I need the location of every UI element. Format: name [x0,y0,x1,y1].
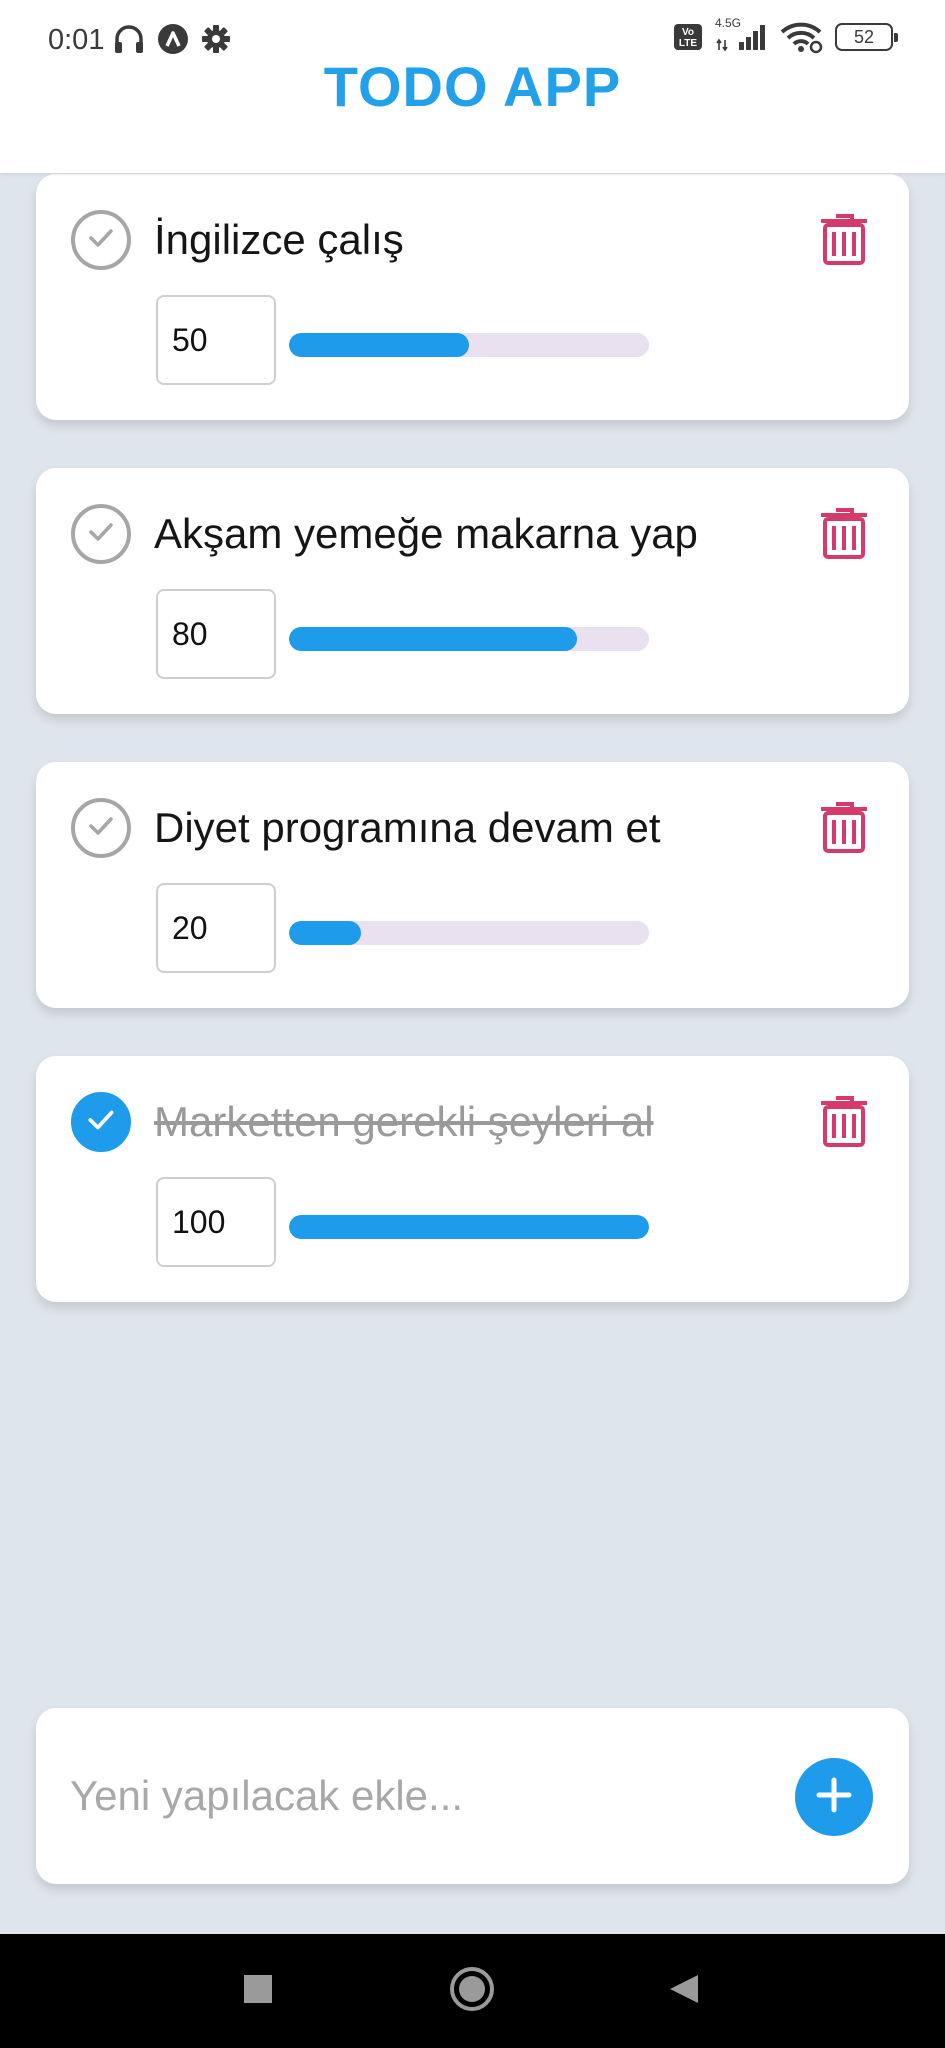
todo-card: Marketten gerekli şeyleri al 100 [36,1056,909,1302]
check-icon [86,811,116,846]
todo-title: İngilizce çalış [154,216,404,263]
svg-text:Vo: Vo [682,27,694,38]
trash-icon [818,504,870,565]
progress-bar [289,921,649,945]
wifi-icon [779,20,825,54]
progress-bar [289,1215,649,1239]
check-icon [86,517,116,552]
plus-icon [814,1775,854,1820]
progress-input[interactable]: 50 [156,295,276,385]
todo-title: Diyet programına devam et [154,804,661,851]
back-button[interactable] [654,1934,714,2048]
progress-fill [289,921,361,945]
trash-icon [818,798,870,859]
todo-card: İngilizce çalış 50 [36,174,909,420]
todo-card: Diyet programına devam et 20 [36,762,909,1008]
trash-icon [818,1092,870,1153]
progress-fill [289,627,577,651]
cellular-signal-icon: 4.5G [713,16,769,54]
recents-button[interactable] [228,1934,288,2048]
new-todo-input[interactable] [70,1748,770,1844]
progress-input[interactable]: 100 [156,1177,276,1267]
progress-input[interactable]: 20 [156,883,276,973]
delete-button[interactable] [816,798,872,858]
status-time: 0:01 [48,24,105,56]
add-button[interactable] [795,1758,873,1836]
home-circle-icon [449,1966,495,2017]
todo-card: Akşam yemeğe makarna yap 80 [36,468,909,714]
delete-button[interactable] [816,1092,872,1152]
app-header: 0:01 Vo LTE 4.5G 52 TODO APP [0,0,945,173]
complete-toggle-button[interactable] [71,210,131,270]
complete-toggle-button[interactable] [71,798,131,858]
add-todo-bar [36,1708,909,1884]
home-button[interactable] [442,1934,502,2048]
page-title: TODO APP [323,55,622,118]
trash-icon [818,210,870,271]
battery-icon: 52 [835,23,898,51]
progress-bar [289,627,649,651]
svg-text:LTE: LTE [679,38,697,49]
volte-icon: Vo LTE [673,22,703,52]
progress-fill [289,1215,649,1239]
todo-title: Marketten gerekli şeyleri al [154,1098,654,1145]
status-left-icons [112,22,232,56]
recents-square-icon [243,1974,273,2009]
delete-button[interactable] [816,504,872,564]
progress-bar [289,333,649,357]
network-label: 4.5G [715,16,742,30]
progress-fill [289,333,469,357]
gear-icon [200,23,232,55]
headphones-icon [112,22,146,56]
todo-title: Akşam yemeğe makarna yap [154,510,698,557]
progress-input[interactable]: 80 [156,589,276,679]
battery-level: 52 [853,26,875,47]
check-icon [85,1104,117,1141]
complete-toggle-button[interactable] [71,504,131,564]
check-icon [86,223,116,258]
complete-toggle-button[interactable] [71,1092,131,1152]
system-nav-bar [0,1934,945,2048]
app-badge-icon [156,22,190,56]
delete-button[interactable] [816,210,872,270]
back-triangle-icon [668,1973,700,2010]
status-right-icons: Vo LTE 4.5G 52 [673,16,898,54]
